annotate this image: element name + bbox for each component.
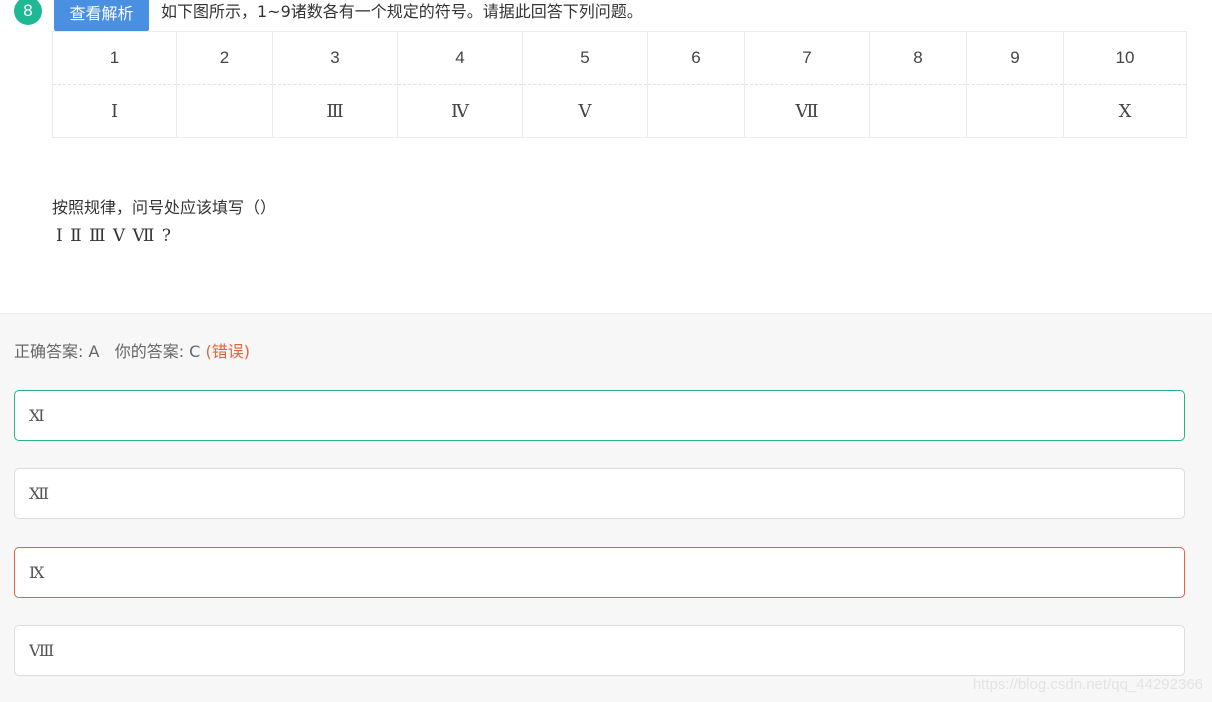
option-label: Ⅷ [29,641,55,660]
option-b[interactable]: Ⅻ [14,468,1185,519]
view-analysis-button[interactable]: 查看解析 [54,0,149,31]
table-cell: Ⅹ [1063,84,1187,138]
question-text: 如下图所示，1~9诸数各有一个规定的符号。请据此回答下列问题。 [161,2,643,21]
table-cell: 3 [272,31,398,85]
table-cell [869,84,967,138]
table-cell: 4 [397,31,523,85]
your-answer-label: 你的答案: C [114,342,201,361]
symbol-sequence: Ⅰ Ⅱ Ⅲ Ⅴ Ⅶ ? [56,226,173,246]
table-cell: 5 [522,31,648,85]
table-cell [647,84,745,138]
table-cell: Ⅲ [272,84,398,138]
table-cell: Ⅳ [397,84,523,138]
table-cell: 7 [744,31,870,85]
table-row-numbers: 1 2 3 4 5 6 7 8 9 10 [52,31,1187,85]
table-cell [176,84,273,138]
option-label: Ⅸ [29,563,45,582]
option-d[interactable]: Ⅷ [14,625,1185,676]
table-cell: Ⅶ [744,84,870,138]
option-label: Ⅺ [29,406,45,425]
table-cell: Ⅰ [52,84,177,138]
wrong-status: (错误) [205,342,250,361]
table-row-symbols: Ⅰ Ⅲ Ⅳ Ⅴ Ⅶ Ⅹ [52,84,1187,138]
option-a[interactable]: Ⅺ [14,390,1185,441]
option-label: Ⅻ [29,484,50,503]
table-cell: Ⅴ [522,84,648,138]
answer-area: 正确答案: A 你的答案: C (错误) Ⅺ Ⅻ Ⅸ Ⅷ [0,313,1212,702]
answer-summary: 正确答案: A 你的答案: C (错误) [14,340,250,364]
watermark: https://blog.csdn.net/qq_44292366 [972,676,1203,693]
option-c[interactable]: Ⅸ [14,547,1185,598]
table-cell: 1 [52,31,177,85]
table-cell: 2 [176,31,273,85]
prompt-text: 按照规律，问号处应该填写（） [52,198,277,217]
table-cell: 10 [1063,31,1187,85]
correct-answer-label: 正确答案: A [14,342,100,361]
table-cell: 9 [966,31,1064,85]
table-cell: 6 [647,31,745,85]
symbol-table: 1 2 3 4 5 6 7 8 9 10 Ⅰ Ⅲ Ⅳ Ⅴ Ⅶ Ⅹ [52,31,1187,138]
question-number-badge: 8 [14,0,42,25]
table-cell [966,84,1064,138]
table-cell: 8 [869,31,967,85]
